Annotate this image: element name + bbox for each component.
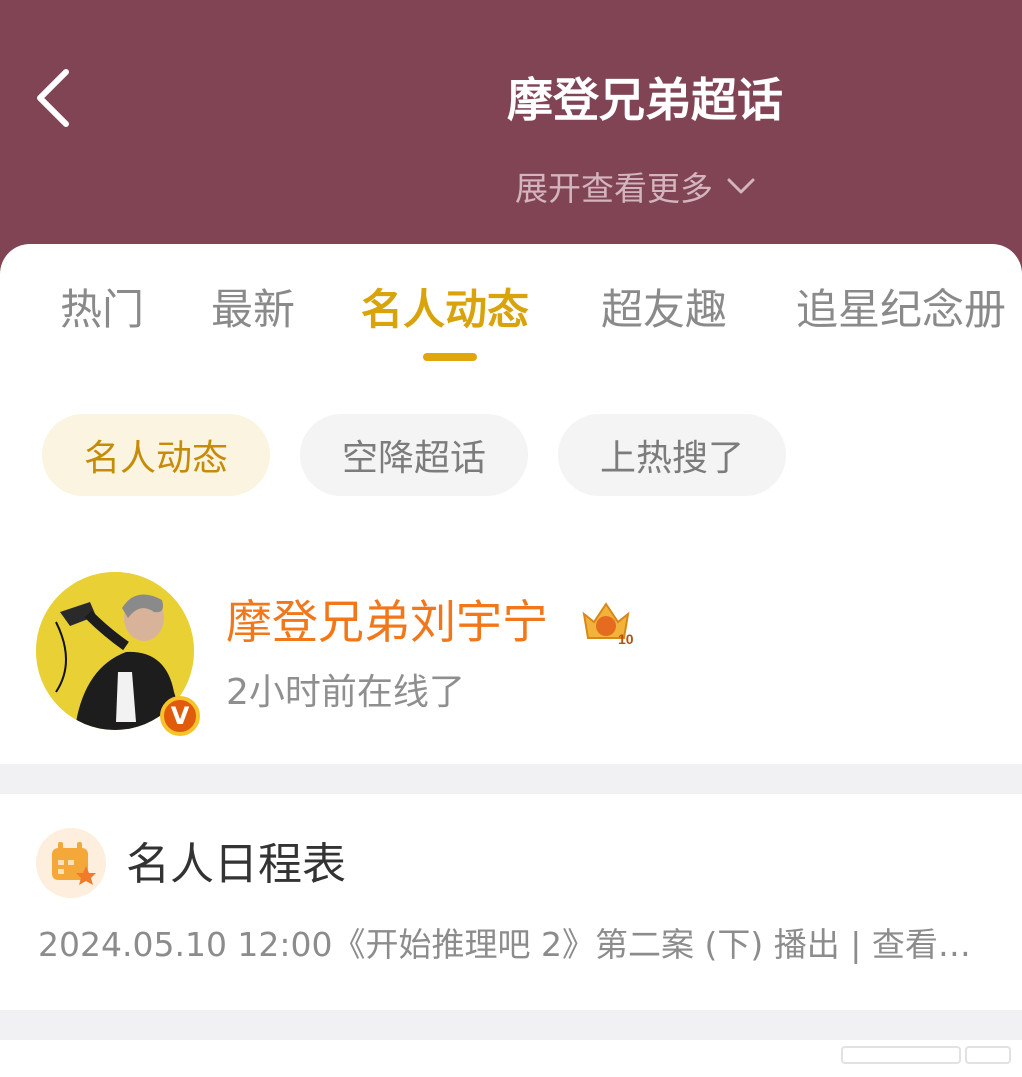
tab-fun[interactable]: 超友趣: [601, 282, 727, 338]
chevron-down-icon: [727, 178, 755, 194]
tab-bar: 热门 最新 名人动态 超友趣 追星纪念册: [0, 282, 1022, 342]
tab-celebrity-news[interactable]: 名人动态: [361, 282, 529, 338]
back-arrow-icon[interactable]: [32, 66, 76, 130]
expand-more-label: 展开查看更多: [515, 169, 713, 208]
chip-celebrity-news[interactable]: 名人动态: [42, 414, 270, 496]
section-divider-bottom: [0, 1010, 1022, 1040]
tab-latest[interactable]: 最新: [211, 282, 295, 338]
expand-more-button[interactable]: 展开查看更多: [515, 164, 755, 208]
calendar-star-icon: [36, 828, 106, 898]
celebrity-name[interactable]: 摩登兄弟刘宇宁: [226, 592, 548, 652]
schedule-title[interactable]: 名人日程表: [126, 836, 346, 894]
page-title: 摩登兄弟超话: [507, 73, 783, 127]
online-status: 2小时前在线了: [226, 672, 465, 713]
active-tab-indicator: [423, 353, 477, 361]
crown-icon: 10: [582, 602, 634, 646]
tab-memory-album[interactable]: 追星纪念册: [796, 282, 1006, 338]
tab-hot[interactable]: 热门: [60, 282, 144, 338]
chip-trending[interactable]: 上热搜了: [558, 414, 786, 496]
verified-icon: V: [160, 696, 200, 736]
chip-airdrop[interactable]: 空降超话: [300, 414, 528, 496]
celebrity-avatar-link[interactable]: V: [36, 572, 200, 736]
section-divider: [0, 764, 1022, 794]
watermark-icon: [841, 1046, 1011, 1064]
level-badge-text: 10: [618, 631, 634, 646]
schedule-detail[interactable]: 2024.05.10 12:00《开始推理吧 2》第二案 (下) 播出 | 查看…: [38, 922, 998, 968]
